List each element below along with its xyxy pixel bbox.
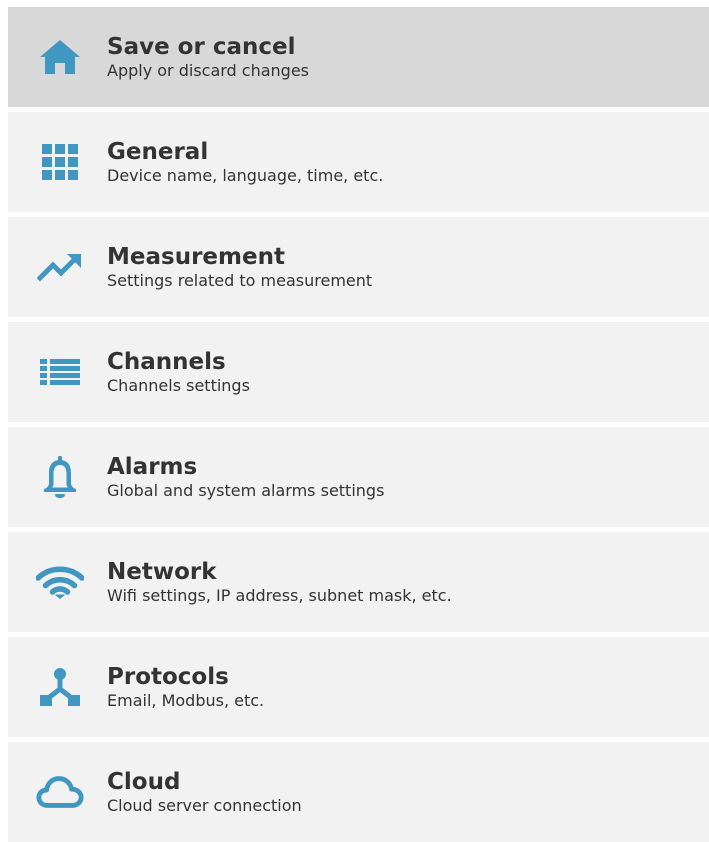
menu-item-subtitle: Channels settings [107, 376, 250, 395]
menu-item-cloud[interactable]: Cloud Cloud server connection [8, 742, 709, 842]
menu-item-title: Channels [107, 349, 226, 375]
grid-icon [36, 140, 84, 184]
protocol-icon [36, 665, 84, 709]
menu-item-general[interactable]: General Device name, language, time, etc… [8, 112, 709, 212]
trend-up-icon [36, 245, 84, 289]
cloud-icon [36, 770, 84, 814]
settings-menu: Save or cancel Apply or discard changes … [8, 7, 709, 842]
menu-item-subtitle: Wifi settings, IP address, subnet mask, … [107, 586, 452, 605]
menu-item-title: Save or cancel [107, 34, 296, 60]
menu-item-protocols[interactable]: Protocols Email, Modbus, etc. [8, 637, 709, 737]
menu-item-title: Cloud [107, 769, 181, 795]
menu-item-measurement[interactable]: Measurement Settings related to measurem… [8, 217, 709, 317]
menu-item-network[interactable]: Network Wifi settings, IP address, subne… [8, 532, 709, 632]
wifi-icon [36, 560, 84, 604]
bell-icon [36, 455, 84, 499]
menu-item-save-or-cancel[interactable]: Save or cancel Apply or discard changes [8, 7, 709, 107]
menu-item-subtitle: Apply or discard changes [107, 61, 310, 80]
menu-item-title: Measurement [107, 244, 285, 270]
menu-item-subtitle: Global and system alarms settings [107, 481, 385, 500]
menu-item-title: Protocols [107, 664, 229, 690]
menu-item-subtitle: Device name, language, time, etc. [107, 166, 384, 185]
menu-item-title: General [107, 139, 209, 165]
menu-item-subtitle: Cloud server connection [107, 796, 302, 815]
menu-item-subtitle: Settings related to measurement [107, 271, 373, 290]
list-icon [36, 350, 84, 394]
menu-item-title: Alarms [107, 454, 198, 480]
menu-item-channels[interactable]: Channels Channels settings [8, 322, 709, 422]
menu-item-alarms[interactable]: Alarms Global and system alarms settings [8, 427, 709, 527]
menu-item-title: Network [107, 559, 217, 585]
home-icon [36, 35, 84, 79]
menu-item-subtitle: Email, Modbus, etc. [107, 691, 265, 710]
